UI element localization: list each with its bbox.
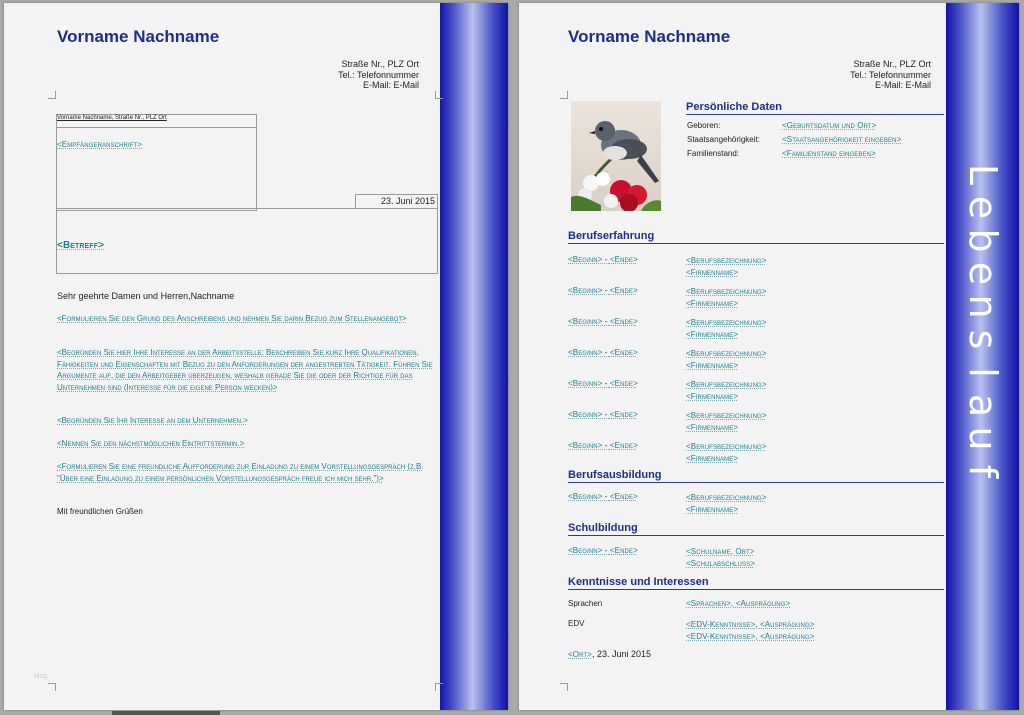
experience-details[interactable]: <Berufsbezeichnung> <Firmenname> (686, 348, 767, 371)
training-period[interactable]: <Beginn> - <Ende> (568, 492, 638, 501)
cv-date: 23. Juni 2015 (596, 649, 652, 659)
letter-sender-address: Straße Nr., PLZ Ort Tel.: Telefonnummer … (234, 59, 419, 91)
crop-mark (560, 91, 568, 99)
school-period[interactable]: <Beginn> - <Ende> (568, 546, 638, 555)
experience-period[interactable]: <Beginn> - <Ende> (568, 286, 638, 295)
experience-details[interactable]: <Berufsbezeichnung> <Firmenname> (686, 379, 767, 402)
value-it-skills[interactable]: <EDV-Kenntnisse>, <Ausprägung> <EDV-Kenn… (686, 619, 815, 642)
cv-name: Vorname Nachname (568, 27, 731, 46)
experience-period[interactable]: <Beginn> - <Ende> (568, 255, 638, 264)
paragraph-qualifications[interactable]: <Begründen Sie hier Ihre Interesse an de… (57, 347, 435, 393)
training-details[interactable]: <Berufsbezeichnung> <Firmenname> (686, 492, 767, 515)
cv-place-date: <Ort>, 23. Juni 2015 (568, 649, 652, 659)
address-line: Straße Nr., PLZ Ort (341, 59, 419, 69)
paragraph-start-date[interactable]: <Nennen Sie den nächstmöglichen Eintritt… (57, 438, 435, 450)
cv-vertical-title: Lebenslauf (946, 158, 1019, 488)
section-personal-title: Persönliche Daten (686, 101, 944, 115)
label-marital-status: Familienstand: (687, 149, 740, 158)
section-school-title: Schulbildung (568, 522, 944, 536)
profile-photo[interactable] (571, 101, 661, 211)
experience-period[interactable]: <Beginn> - <Ende> (568, 379, 638, 388)
salutation: Sehr geehrte Damen und Herren,Nachname (57, 291, 235, 301)
experience-entry: <Beginn> - <Ende> <Berufsbezeichnung> <Fir… (568, 348, 944, 372)
experience-details[interactable]: <Berufsbezeichnung> <Firmenname> (686, 410, 767, 433)
cv-address: Straße Nr., PLZ Ort Tel.: Telefonnummer … (746, 59, 931, 91)
email-line: E-Mail: E-Mail (362, 80, 419, 90)
section-experience-title: Berufserfahrung (568, 230, 944, 244)
cover-letter-page: Vorname Nachname Straße Nr., PLZ Ort Tel… (4, 3, 508, 710)
training-entry: <Beginn> - <Ende> <Berufsbezeichnung> <F… (568, 492, 944, 516)
cv-page: Lebenslauf Vorname Nachname Straße Nr., … (519, 3, 1019, 710)
school-details[interactable]: <Schulname, Ort> <Schulabschluss> (686, 546, 755, 569)
experience-details[interactable]: <Berufsbezeichnung> <Firmenname> (686, 286, 767, 309)
experience-entry: <Beginn> - <Ende> <Berufsbezeichnung> <Fir… (568, 255, 944, 279)
experience-entry: <Beginn> - <Ende> <Berufsbezeichnung> <Fir… (568, 441, 944, 465)
value-born[interactable]: <Geburtsdatum und Ort> (782, 121, 876, 130)
experience-period[interactable]: <Beginn> - <Ende> (568, 348, 638, 357)
paragraph-invitation[interactable]: <Formulieren Sie eine freundliche Auffor… (57, 461, 435, 484)
bird-photo-icon (571, 101, 661, 211)
label-nationality: Staatsangehörigkeit: (687, 135, 760, 144)
experience-entry: <Beginn> - <Ende> <Berufsbezeichnung> <Fir… (568, 317, 944, 341)
paragraph-company-interest[interactable]: <Begründen Sie Ihr Interesse an dem Unte… (57, 415, 435, 427)
letter-sender-name: Vorname Nachname (57, 27, 220, 46)
crop-mark (560, 683, 568, 691)
decorative-side-band (440, 3, 508, 710)
section-skills-title: Kenntnisse und Interessen (568, 576, 944, 590)
closing: Mit freundlichen Grüßen (57, 507, 143, 516)
experience-entry: <Beginn> - <Ende> <Berufsbezeichnung> <Fir… (568, 379, 944, 403)
crop-mark (48, 91, 56, 99)
divider (56, 127, 256, 128)
sender-return-line: Vorname Nachname, Straße Nr., PLZ Ort (57, 115, 167, 121)
experience-entry: <Beginn> - <Ende> <Berufsbezeichnung> <Fir… (568, 410, 944, 434)
crop-mark (48, 683, 56, 691)
crop-mark (435, 91, 443, 99)
address-line: Straße Nr., PLZ Ort (853, 59, 931, 69)
phone-line: Tel.: Telefonnummer (338, 69, 419, 80)
experience-details[interactable]: <Berufsbezeichnung> <Firmenname> (686, 317, 767, 340)
school-entry: <Beginn> - <Ende> <Schulname, Ort> <Schu… (568, 546, 944, 570)
watermark: blog (34, 673, 48, 680)
subject-field (56, 208, 438, 274)
experience-period[interactable]: <Beginn> - <Ende> (568, 317, 638, 326)
experience-period[interactable]: <Beginn> - <Ende> (568, 441, 638, 450)
window-scrollbar[interactable] (112, 711, 220, 715)
value-languages[interactable]: <Sprachen>, <Ausprägung> (686, 599, 790, 608)
value-marital-status[interactable]: <Familienstand eingeben> (782, 149, 876, 158)
label-it-skills: EDV (568, 619, 585, 628)
address-field (56, 114, 257, 211)
experience-details[interactable]: <Berufsbezeichnung> <Firmenname> (686, 255, 767, 278)
label-born: Geboren: (687, 121, 721, 130)
email-line: E-Mail: E-Mail (874, 80, 931, 90)
crop-mark (435, 683, 443, 691)
recipient-placeholder[interactable]: <Empfängeranschrift> (57, 140, 142, 149)
experience-details[interactable]: <Berufsbezeichnung> <Firmenname> (686, 441, 767, 464)
phone-line: Tel.: Telefonnummer (850, 69, 931, 80)
value-nationality[interactable]: <Staatsangehörigkeit eingeben> (782, 135, 901, 144)
vertical-title-letter: f (961, 464, 1005, 479)
experience-entry: <Beginn> - <Ende> <Berufsbezeichnung> <Fir… (568, 286, 944, 310)
letter-date: 23. Juni 2015 (380, 196, 435, 206)
place-placeholder[interactable]: <Ort> (568, 650, 592, 659)
label-languages: Sprachen (568, 599, 603, 608)
subject-placeholder[interactable]: <Betreff> (57, 240, 104, 251)
section-training-title: Berufsausbildung (568, 469, 944, 483)
paragraph-reason[interactable]: <Formulieren Sie den Grund des Anschreib… (57, 313, 435, 325)
experience-period[interactable]: <Beginn> - <Ende> (568, 410, 638, 419)
